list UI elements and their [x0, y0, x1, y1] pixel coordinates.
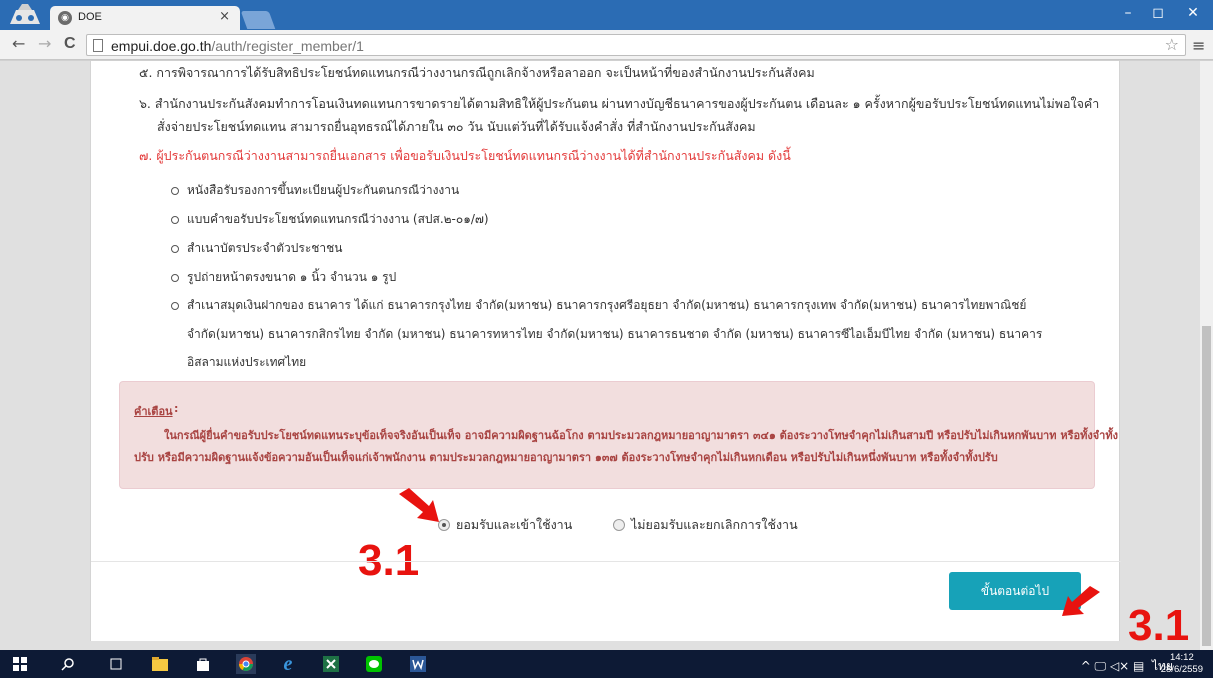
doc-item-cont: จำกัด(มหาชน) ธนาคารกสิกรไทย จำกัด (มหาชน…: [187, 327, 1043, 341]
maximize-button[interactable]: ◻: [1143, 5, 1173, 21]
accept-label: ยอมรับและเข้าใช้งาน: [456, 517, 573, 532]
page-scrollbar[interactable]: [1200, 61, 1213, 650]
warning-line: ปรับ หรือมีความผิดฐานแจ้งข้อความอันเป็นเ…: [134, 451, 998, 464]
store-icon[interactable]: [193, 654, 213, 674]
windows-taskbar: e ^ 🖵 ◁× ▤ ไทย 14:12 28/6/2559: [0, 650, 1213, 678]
windows-start-icon[interactable]: [10, 654, 30, 674]
search-icon[interactable]: [58, 654, 78, 674]
step-label-annotation: 3.1: [1128, 601, 1190, 650]
radio-circle[interactable]: [613, 519, 625, 531]
task-view-icon[interactable]: [106, 654, 126, 674]
favicon-icon: ◉: [58, 11, 72, 25]
system-tray[interactable]: ^ 🖵 ◁× ▤ ไทย: [1081, 657, 1173, 676]
clock-time: 14:12: [1169, 652, 1194, 663]
address-bar[interactable]: empui.doe.go.th/auth/register_member/1 ☆: [86, 34, 1186, 56]
url-host: empui.doe.go.th: [111, 38, 212, 54]
chrome-icon[interactable]: [236, 654, 256, 674]
tray-icons[interactable]: ^ 🖵 ◁× ▤: [1081, 659, 1145, 673]
incognito-icon: [10, 4, 40, 24]
doc-item: รูปถ่ายหน้าตรงขนาด ๑ นิ้ว จำนวน ๑ รูป: [171, 268, 396, 287]
tab-title: DOE: [78, 11, 102, 23]
close-window-button[interactable]: ✕: [1178, 5, 1208, 21]
browser-menu-icon[interactable]: ≡: [1192, 36, 1205, 55]
tab-close-icon[interactable]: ×: [219, 9, 230, 24]
footer-divider: [91, 561, 1121, 562]
url-path: /auth/register_member/1: [211, 38, 364, 54]
reload-button[interactable]: C: [64, 36, 76, 52]
browser-tab[interactable]: ◉ DOE ×: [50, 6, 240, 30]
url-text: empui.doe.go.th/auth/register_member/1: [111, 38, 364, 54]
doc-item: สำเนาบัตรประจำตัวประชาชน: [171, 239, 343, 258]
reject-radio[interactable]: ไม่ยอมรับและยกเลิกการใช้งาน: [613, 515, 798, 535]
warning-title: คำเตือน: [134, 405, 173, 418]
reject-label: ไม่ยอมรับและยกเลิกการใช้งาน: [631, 517, 798, 532]
page-viewport: ๕. การพิจารณาการได้รับสิทธิประโยชน์ทดแทน…: [0, 61, 1200, 650]
clock-date: 28/6/2559: [1160, 664, 1203, 675]
bookmark-star-icon[interactable]: ☆: [1165, 35, 1179, 54]
taskbar-clock[interactable]: 14:12 28/6/2559: [1161, 652, 1203, 676]
new-tab-button[interactable]: [240, 11, 276, 29]
item-6-text: ๖. สำนักงานประกันสังคมทำการโอนเงินทดแทนก…: [139, 96, 1100, 111]
warning-title-colon: :: [174, 402, 179, 415]
accept-radio[interactable]: ยอมรับและเข้าใช้งาน: [438, 515, 572, 535]
content-card: ๕. การพิจารณาการได้รับสิทธิประโยชน์ทดแทน…: [90, 61, 1121, 641]
line-app-icon[interactable]: [364, 654, 384, 674]
forward-button[interactable]: →: [38, 36, 51, 52]
doc-item: หนังสือรับรองการขึ้นทะเบียนผู้ประกันตนกร…: [171, 181, 459, 200]
item-5-text: ๕. การพิจารณาการได้รับสิทธิประโยชน์ทดแทน…: [139, 65, 815, 80]
internet-explorer-icon[interactable]: e: [278, 653, 298, 675]
back-button[interactable]: ←: [12, 36, 25, 52]
warning-line: ในกรณีผู้ยื่นคำขอรับประโยชน์ทดแทนระบุข้อ…: [164, 429, 1118, 442]
browser-toolbar: ← → C empui.doe.go.th/auth/register_memb…: [0, 30, 1213, 60]
doc-item: สำเนาสมุดเงินฝากของ ธนาคาร ได้แก่ ธนาคาร…: [171, 296, 1026, 315]
item-6-text-cont: สั่งจ่ายประโยชน์ทดแทน สามารถยื่นอุทธรณ์ไ…: [157, 119, 756, 134]
annotation-arrow-icon: [399, 488, 439, 522]
scrollbar-thumb[interactable]: [1202, 326, 1211, 646]
page-icon: [93, 39, 103, 52]
excel-icon[interactable]: [321, 654, 341, 674]
word-icon[interactable]: [408, 654, 428, 674]
annotation-arrow-icon: [1062, 586, 1100, 616]
item-7-text: ๗. ผู้ประกันตนกรณีว่างงานสามารถยื่นเอกสา…: [139, 148, 791, 163]
warning-box: คำเตือน : ในกรณีผู้ยื่นคำขอรับประโยชน์ทด…: [119, 381, 1118, 489]
file-explorer-icon[interactable]: [150, 654, 170, 674]
doc-item: แบบคำขอรับประโยชน์ทดแทนกรณีว่างงาน (สปส.…: [171, 210, 489, 229]
browser-titlebar: ◉ DOE × – ◻ ✕: [0, 0, 1213, 30]
doc-item-cont: อิสลามแห่งประเทศไทย: [187, 355, 307, 369]
minimize-button[interactable]: –: [1113, 5, 1143, 21]
